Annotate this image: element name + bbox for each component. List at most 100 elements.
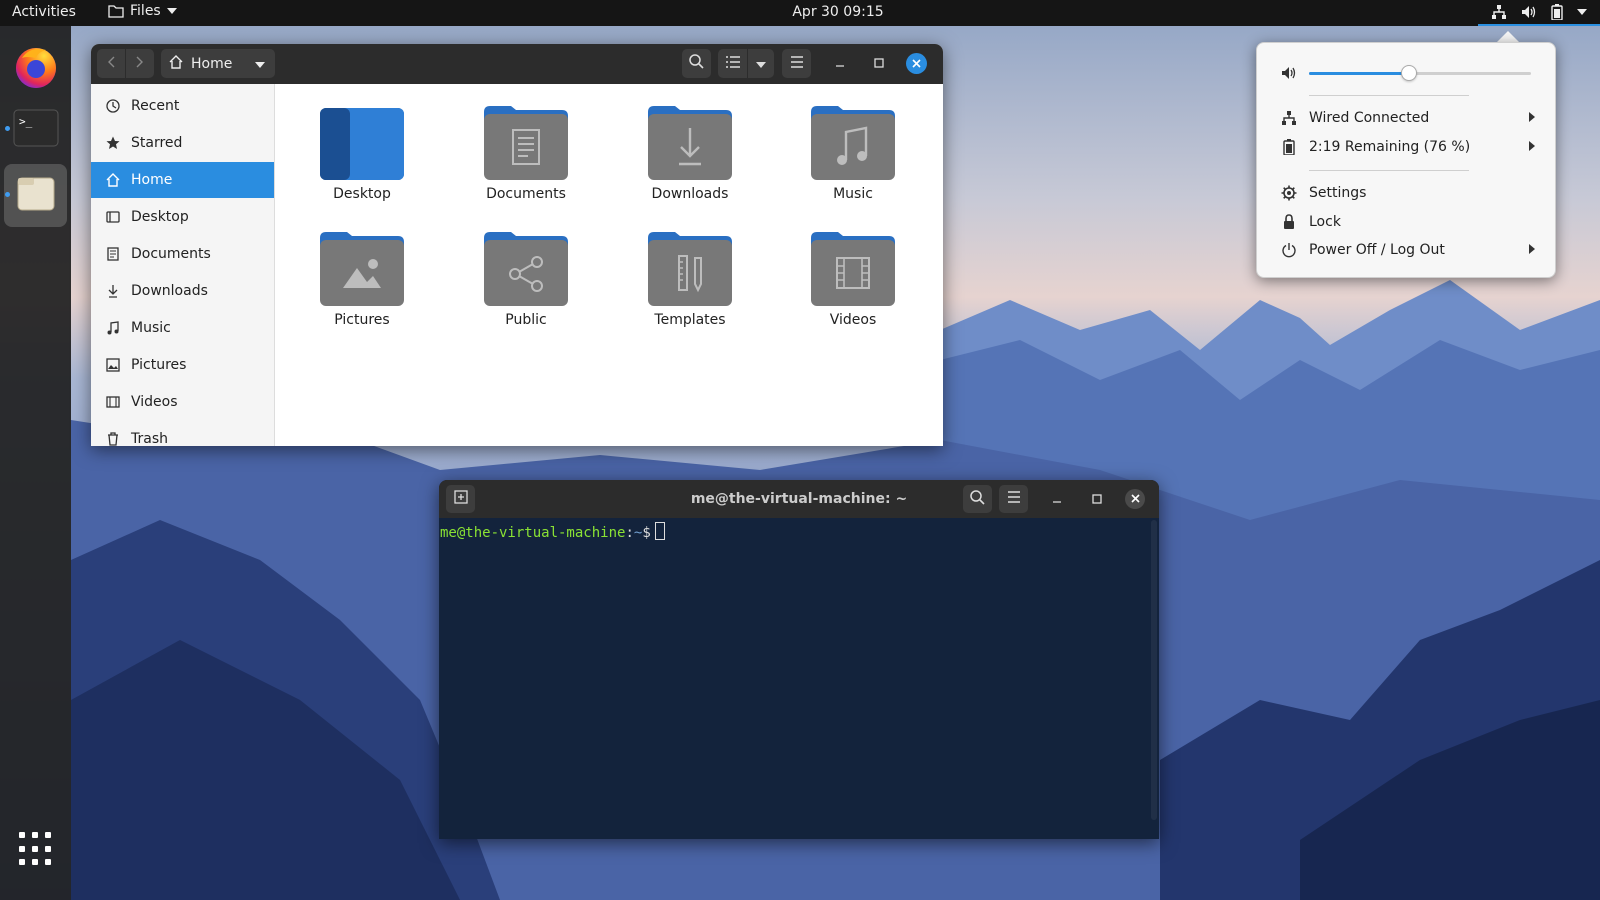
main-menu-button[interactable] (782, 49, 811, 78)
close-button[interactable] (906, 53, 927, 74)
system-menu: Wired Connected 2:19 Remaining (76 %) Se… (1256, 42, 1556, 278)
maximize-button[interactable] (867, 49, 891, 78)
folder-templates[interactable]: Templates (630, 230, 750, 328)
back-button[interactable] (97, 49, 125, 78)
power-off-item[interactable]: Power Off / Log Out (1281, 238, 1535, 262)
sidebar-item-label: Trash (131, 431, 168, 446)
minimize-button[interactable] (828, 49, 852, 78)
network-wired-icon (1491, 4, 1507, 20)
close-button[interactable] (1125, 489, 1145, 509)
search-icon (970, 489, 985, 509)
close-icon (1130, 491, 1140, 507)
folder-desktop[interactable]: Desktop (302, 104, 422, 202)
text-cursor (654, 522, 665, 540)
view-options-button[interactable] (748, 49, 774, 78)
hamburger-icon (1007, 491, 1021, 507)
files-icon-view: Desktop Documents Downloads Music Pictur… (275, 84, 943, 446)
trash-icon (105, 431, 121, 446)
view-list-button[interactable] (718, 49, 747, 78)
folder-public[interactable]: Public (466, 230, 586, 328)
dock-files[interactable] (4, 164, 67, 227)
templates-folder-icon (630, 230, 750, 306)
sidebar-item-label: Home (131, 172, 173, 188)
wired-network-item[interactable]: Wired Connected (1281, 106, 1535, 130)
documents-folder-icon (466, 104, 586, 180)
maximize-button[interactable] (1085, 485, 1109, 514)
path-home-label: Home (191, 55, 233, 72)
sidebar-item-home[interactable]: Home (91, 162, 274, 198)
forward-button[interactable] (126, 49, 154, 78)
running-indicator (5, 192, 10, 197)
video-icon (105, 394, 121, 410)
desktop-folder-icon (302, 104, 422, 180)
grid-dot (45, 845, 51, 852)
folder-label: Videos (829, 312, 877, 328)
sidebar-item-trash[interactable]: Trash (91, 421, 274, 446)
battery-icon (1551, 4, 1563, 20)
search-button[interactable] (682, 49, 711, 78)
sidebar-item-videos[interactable]: Videos (91, 384, 274, 420)
battery-label: 2:19 Remaining (76 %) (1309, 139, 1471, 155)
sidebar-item-pictures[interactable]: Pictures (91, 347, 274, 383)
power-icon (1281, 242, 1297, 258)
terminal-search-button[interactable] (963, 485, 992, 513)
download-icon (105, 283, 121, 299)
sidebar-item-label: Music (131, 320, 171, 336)
folder-label: Pictures (334, 312, 390, 328)
sidebar-item-recent[interactable]: Recent (91, 88, 274, 124)
downloads-folder-icon (630, 104, 750, 180)
path-bar[interactable]: Home (161, 49, 275, 78)
sidebar-item-music[interactable]: Music (91, 310, 274, 346)
chevron-right-icon (1529, 242, 1535, 258)
menu-pointer (1497, 31, 1519, 42)
sidebar-item-documents[interactable]: Documents (91, 236, 274, 272)
sidebar-item-label: Desktop (131, 209, 189, 225)
dock-terminal[interactable]: >_ (4, 98, 67, 161)
folder-label: Desktop (333, 186, 391, 202)
folder-music[interactable]: Music (793, 104, 913, 202)
folder-pictures[interactable]: Pictures (302, 230, 422, 328)
terminal-scrollbar[interactable] (1151, 520, 1157, 820)
public-folder-icon (466, 230, 586, 306)
top-bar: Activities Files Apr 30 09:15 (0, 0, 1600, 26)
document-icon (105, 246, 121, 262)
gear-icon (1281, 185, 1297, 201)
files-icon (16, 176, 56, 216)
grid-dot (32, 832, 38, 838)
sidebar-item-downloads[interactable]: Downloads (91, 273, 274, 309)
volume-slider-knob[interactable] (1401, 65, 1417, 81)
prompt-symbol: $ (642, 525, 651, 541)
folder-label: Music (833, 186, 873, 202)
lock-icon (1281, 214, 1297, 230)
grid-dot (32, 859, 38, 866)
sidebar-item-label: Downloads (131, 283, 208, 299)
battery-icon (1281, 139, 1297, 155)
battery-item[interactable]: 2:19 Remaining (76 %) (1281, 135, 1535, 159)
sidebar-item-desktop[interactable]: Desktop (91, 199, 274, 235)
clock[interactable]: Apr 30 09:15 (0, 4, 1600, 20)
dock-firefox[interactable] (4, 36, 67, 99)
separator (1309, 95, 1469, 96)
volume-slider[interactable] (1309, 65, 1531, 81)
prompt-user: me@the-virtual-machine (440, 525, 626, 541)
show-applications-button[interactable] (19, 832, 53, 866)
terminal-menu-button[interactable] (999, 485, 1028, 513)
minimize-button[interactable] (1045, 485, 1069, 514)
settings-item[interactable]: Settings (1281, 181, 1535, 205)
folder-documents[interactable]: Documents (466, 104, 586, 202)
folder-label: Documents (486, 186, 566, 202)
maximize-icon (1092, 492, 1102, 508)
minimize-icon (835, 56, 845, 72)
search-icon (689, 54, 704, 73)
system-tray[interactable] (1478, 0, 1600, 26)
terminal-window: me@the-virtual-machine: ~ me@the-virtual… (439, 480, 1159, 839)
folder-label: Public (505, 312, 547, 328)
sidebar-item-starred[interactable]: Starred (91, 125, 274, 161)
terminal-output[interactable]: me@the-virtual-machine:~$ (439, 518, 1151, 839)
folder-downloads[interactable]: Downloads (630, 104, 750, 202)
firefox-icon (12, 42, 60, 94)
terminal-icon: >_ (13, 109, 59, 151)
folder-videos[interactable]: Videos (793, 230, 913, 328)
chevron-down-icon (756, 56, 766, 72)
lock-item[interactable]: Lock (1281, 210, 1535, 234)
